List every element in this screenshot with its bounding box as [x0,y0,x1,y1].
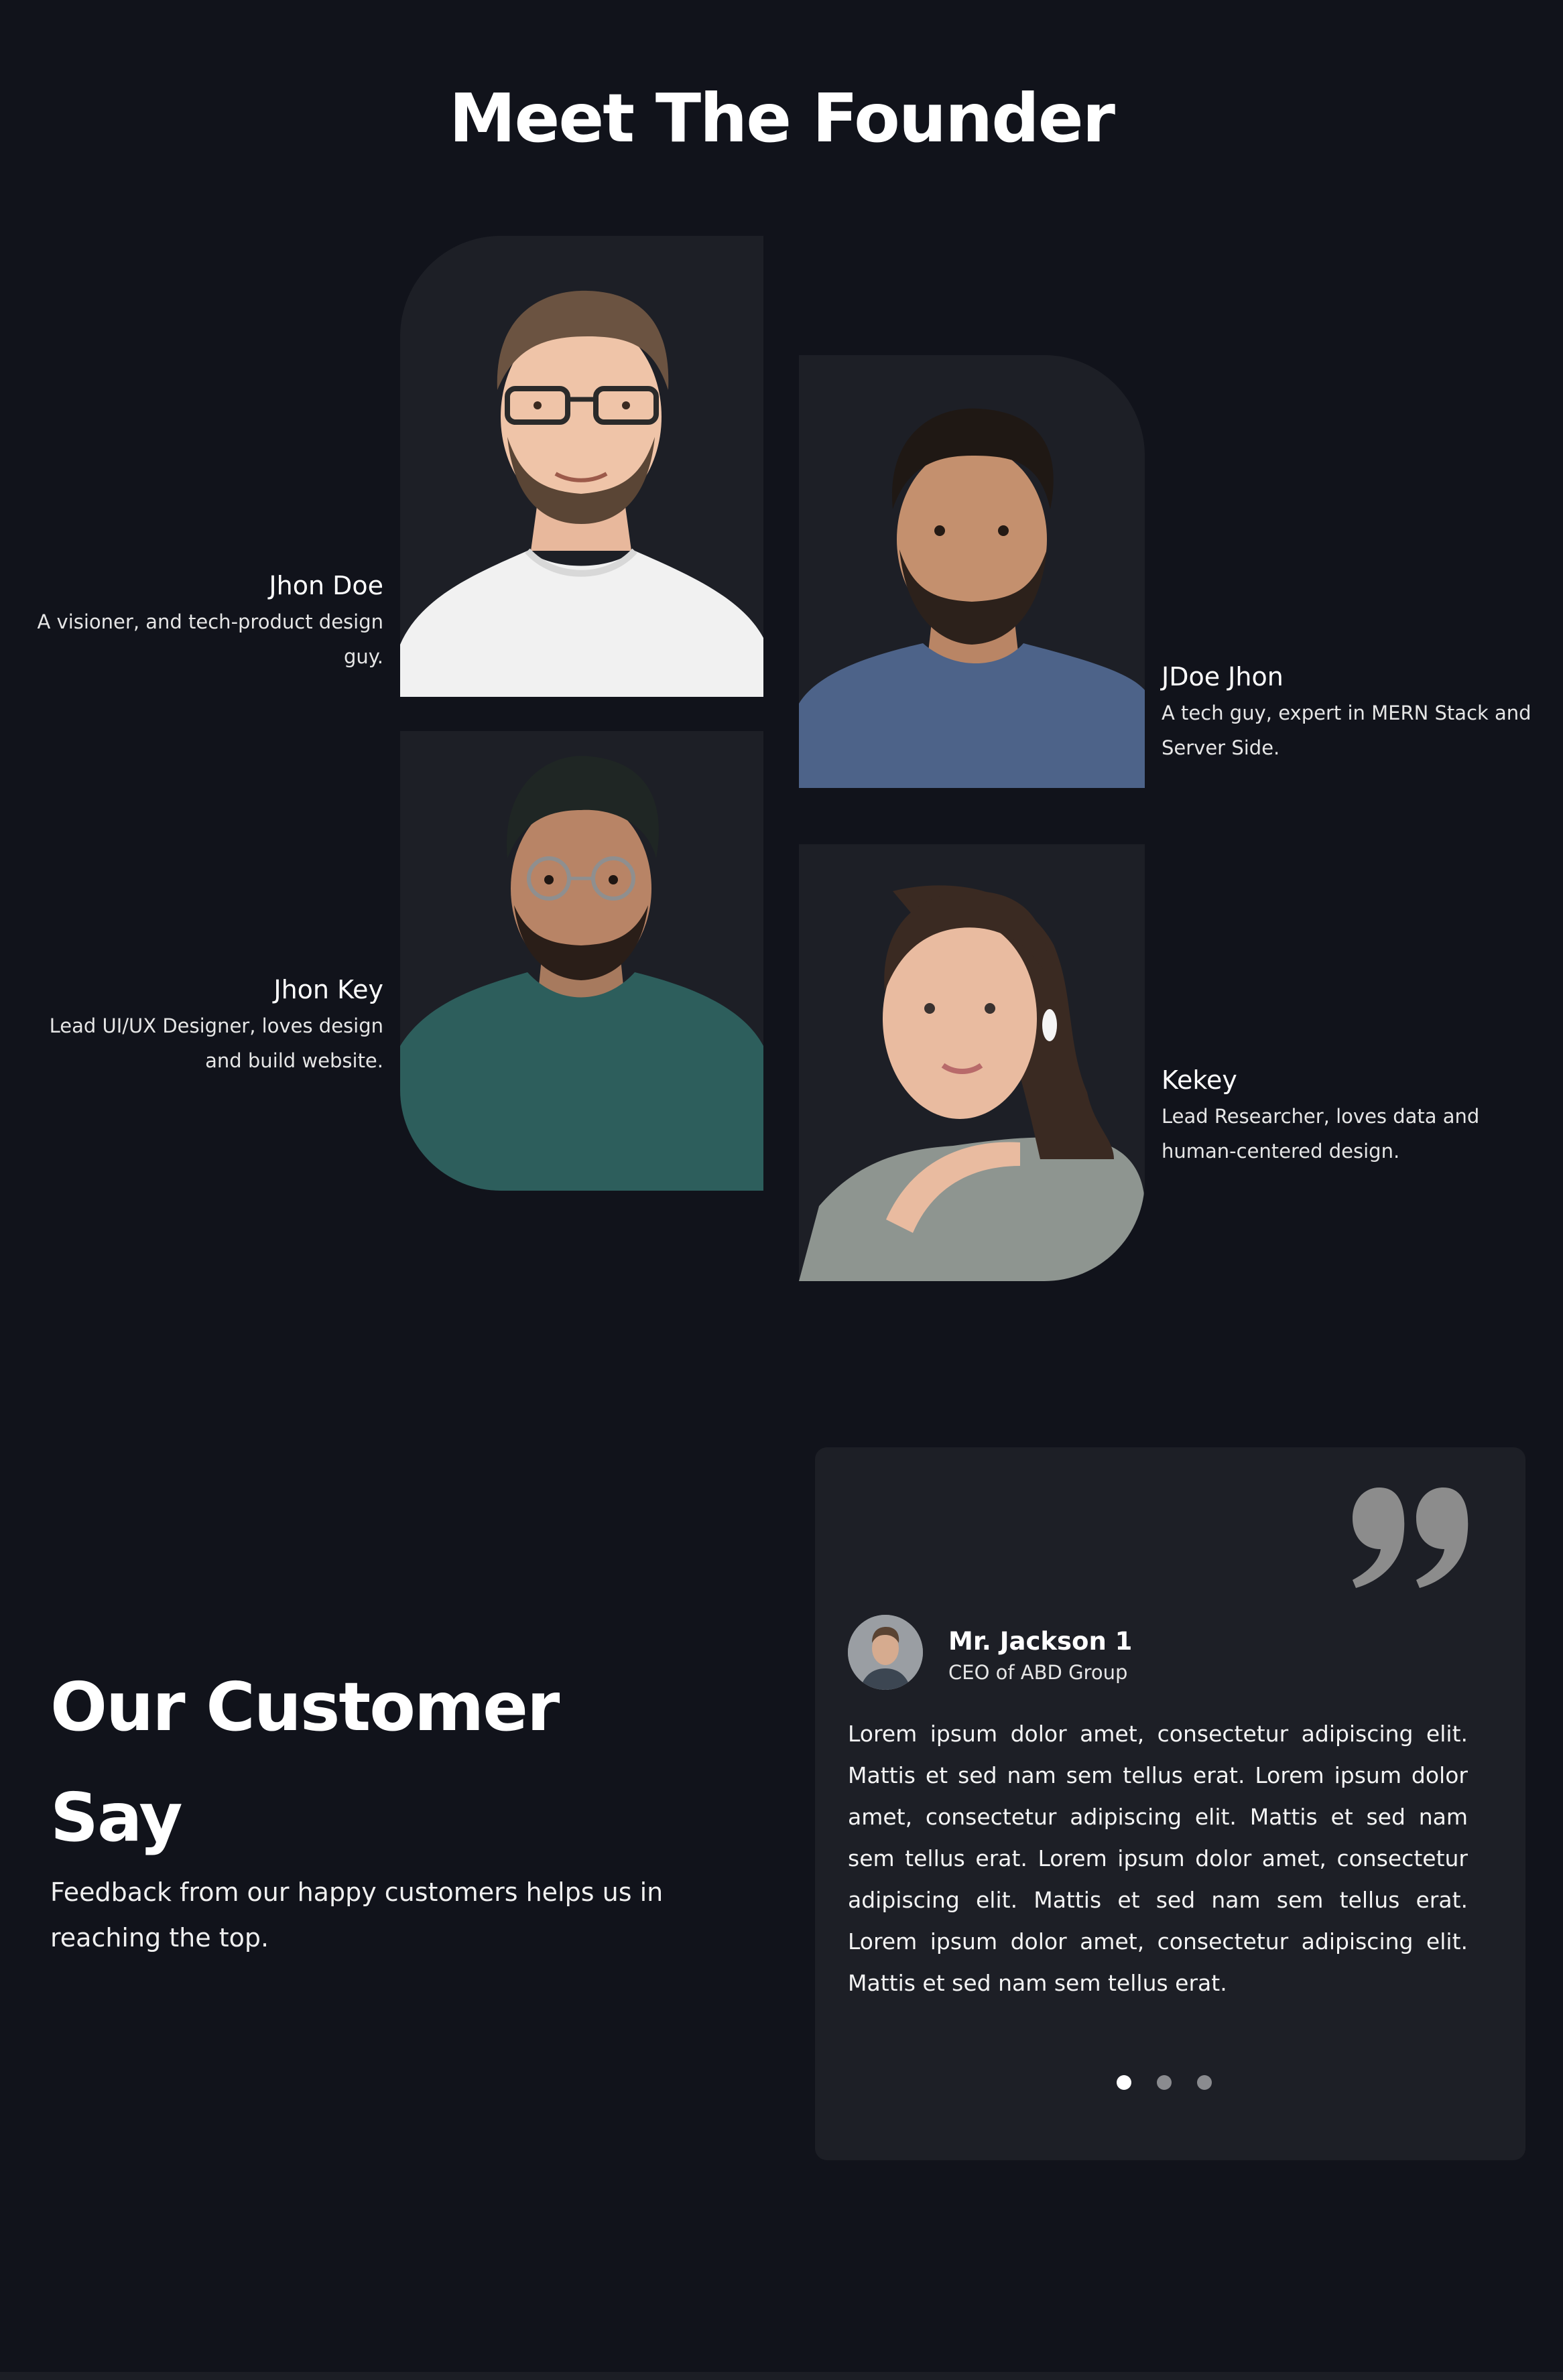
testimonials-subtitle: Feedback from our happy customers helps … [50,1877,664,1953]
founder-name-jhon-key: Jhon Key [273,975,383,1004]
quote-icon [1353,1488,1468,1588]
founders-title: Meet The Founder [449,79,1115,157]
pagination-dot-2[interactable] [1157,2075,1172,2090]
founder-desc-jhon-doe: A visioner, and tech-product design guy. [37,610,383,668]
founder-name-kekey: Kekey [1162,1065,1237,1095]
pagination-dot-1[interactable] [1117,2075,1131,2090]
reviewer-avatar [848,1615,923,1690]
founder-photo-jhon-key [400,731,763,1191]
founder-desc-jhon-key: Lead UI/UX Designer, loves design and bui… [49,1014,383,1072]
founder-photo-kekey [799,844,1145,1281]
reviewer-name: Mr. Jackson 1 [948,1627,1133,1656]
reviewer-role: CEO of ABD Group [948,1661,1128,1684]
founder-name-jdoe-jhon: JDoe Jhon [1162,662,1284,691]
testimonials-title: Our Customer Say [50,1668,560,1857]
founder-name-jhon-doe: Jhon Doe [269,571,383,600]
review-text: Lorem ipsum dolor amet, consectetur adip… [848,1721,1468,1996]
founder-photo-jhon-doe [400,236,763,697]
founder-photo-jdoe-jhon [799,355,1145,788]
footer-divider [0,2372,1563,2380]
pagination-dot-3[interactable] [1197,2075,1212,2090]
founder-desc-kekey: Lead Researcher, loves data and human-cen… [1162,1105,1480,1163]
founder-desc-jdoe-jhon: A tech guy, expert in MERN Stack and Serv… [1162,702,1531,759]
